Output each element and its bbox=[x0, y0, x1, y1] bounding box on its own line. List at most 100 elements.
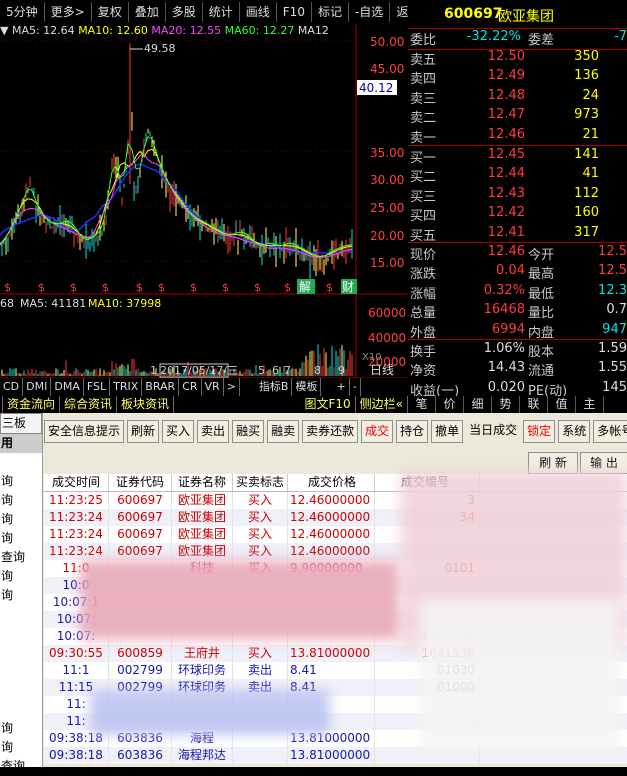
ask-row[interactable]: 卖一 12.46 21 bbox=[408, 127, 627, 146]
privacy-mask-bottom bbox=[90, 690, 330, 735]
ask-row[interactable]: 卖四 12.49 136 bbox=[408, 68, 627, 87]
toolbar-button[interactable]: 融卖 bbox=[267, 420, 300, 443]
indicator-tab[interactable]: CR bbox=[179, 378, 202, 396]
sidebar-item[interactable]: 查询 bbox=[0, 548, 42, 567]
indicator-tab[interactable]: CD bbox=[0, 378, 24, 396]
sidebar-item[interactable] bbox=[0, 700, 42, 719]
dividend-marker[interactable]: $ bbox=[4, 281, 11, 294]
draw-line-button[interactable]: 画线 bbox=[240, 2, 277, 22]
weicha-value: -7 bbox=[614, 29, 627, 44]
sidebar-item[interactable] bbox=[0, 662, 42, 681]
nav-capital-flow[interactable]: 资金流向 bbox=[3, 396, 61, 413]
toolbar-button[interactable]: 撤单 bbox=[431, 420, 464, 443]
toolbar-button[interactable]: 当日成交 bbox=[466, 420, 520, 441]
sidebar-item[interactable]: 询 bbox=[0, 567, 42, 586]
toolbar-button[interactable]: 安全信息提示 bbox=[44, 420, 125, 443]
dividend-marker[interactable]: $ bbox=[254, 281, 261, 294]
sidebar-item[interactable]: 询 bbox=[0, 738, 42, 757]
sidebar-item[interactable] bbox=[0, 681, 42, 700]
sidebar-item[interactable]: 询 bbox=[0, 719, 42, 738]
sidebar-item[interactable] bbox=[0, 643, 42, 662]
col-name[interactable]: 证券名称 bbox=[172, 474, 233, 491]
stat-label: 换手 bbox=[410, 345, 437, 360]
detail-tab[interactable]: 笔 bbox=[408, 396, 436, 413]
nav-sidebar[interactable]: 侧边栏« bbox=[356, 396, 408, 413]
nav-sector-news[interactable]: 板块资讯 bbox=[117, 396, 175, 413]
watchlist-button[interactable]: -自选 bbox=[349, 2, 391, 22]
multi-stock-button[interactable]: 多股 bbox=[166, 2, 203, 22]
toolbar-button[interactable]: 成交 bbox=[361, 420, 394, 443]
dividend-marker[interactable]: $ bbox=[190, 281, 197, 294]
bid-row[interactable]: 买五 12.41 317 bbox=[408, 225, 627, 244]
detail-tab[interactable]: 值 bbox=[548, 396, 576, 413]
toolbar-button[interactable]: 卖券还款 bbox=[302, 420, 359, 443]
detail-tab[interactable]: 势 bbox=[492, 396, 520, 413]
nav-general-news[interactable]: 综合资讯 bbox=[60, 396, 118, 413]
toolbar-button[interactable]: 持仓 bbox=[396, 420, 429, 443]
sidebar-item[interactable]: 三板 bbox=[0, 413, 42, 434]
more-button[interactable]: 更多> bbox=[45, 2, 92, 22]
ask-row[interactable]: 卖三 12.48 24 bbox=[408, 88, 627, 107]
bid-row[interactable]: 买一 12.45 141 bbox=[408, 147, 627, 166]
dividend-marker[interactable]: $ bbox=[158, 281, 165, 294]
sidebar-item[interactable] bbox=[0, 453, 42, 472]
ask-row[interactable]: 卖五 12.50 350 bbox=[408, 49, 627, 68]
col-side[interactable]: 买卖标志 bbox=[233, 474, 288, 491]
detail-tab[interactable]: 细 bbox=[464, 396, 492, 413]
period-button[interactable]: 5分钟 bbox=[0, 2, 45, 22]
detail-tab[interactable]: 价 bbox=[436, 396, 464, 413]
toolbar-button[interactable]: 买入 bbox=[162, 420, 195, 443]
sidebar-item[interactable]: 用 bbox=[0, 434, 42, 453]
detail-tab[interactable]: 联 bbox=[520, 396, 548, 413]
dividend-marker[interactable]: $ bbox=[70, 281, 77, 294]
sidebar-item[interactable]: 询 bbox=[0, 472, 42, 491]
sidebar-item[interactable]: 询 bbox=[0, 491, 42, 510]
col-code[interactable]: 证券代码 bbox=[109, 474, 172, 491]
col-price[interactable]: 成交价格 bbox=[288, 474, 375, 491]
statistics-button[interactable]: 统计 bbox=[203, 2, 240, 22]
sidebar-item[interactable] bbox=[0, 624, 42, 643]
toolbar-button[interactable]: 锁定 bbox=[523, 420, 556, 443]
privacy-mask-white bbox=[420, 600, 620, 750]
bid-row[interactable]: 买二 12.44 41 bbox=[408, 166, 627, 185]
col-time[interactable]: 成交时间 bbox=[44, 474, 109, 491]
indicator-tab[interactable]: DMA bbox=[51, 378, 84, 396]
indicator-tab[interactable]: BRAR bbox=[142, 378, 180, 396]
kline-chart[interactable]: 49.58 $ $ $ $ $ $ $ $ $ $ $ 50.00 45.00 35.00 30.0… bbox=[0, 24, 408, 396]
indicator-tab[interactable]: VR bbox=[202, 378, 224, 396]
ask-row[interactable]: 卖二 12.47 973 bbox=[408, 107, 627, 126]
dividend-marker[interactable]: $ bbox=[136, 281, 143, 294]
toolbar-button[interactable]: 多帐号 bbox=[593, 420, 627, 443]
dividend-marker[interactable]: $ bbox=[326, 281, 333, 294]
nav-f10[interactable]: 图文F10 bbox=[300, 396, 356, 413]
bid-row[interactable]: 买三 12.43 112 bbox=[408, 186, 627, 205]
detail-tab[interactable]: 主 bbox=[576, 396, 604, 413]
unlock-marker[interactable]: 解 bbox=[299, 280, 311, 294]
indicator-tab[interactable]: 模板 bbox=[292, 378, 322, 396]
indicator-tab[interactable]: + bbox=[333, 378, 350, 396]
sidebar-item[interactable]: 询 bbox=[0, 529, 42, 548]
indicator-tab[interactable]: 指标B bbox=[256, 378, 293, 396]
sidebar-item[interactable]: 询 bbox=[0, 510, 42, 529]
dividend-marker[interactable]: $ bbox=[222, 281, 229, 294]
f10-button[interactable]: F10 bbox=[277, 2, 312, 22]
toolbar-button[interactable]: 融买 bbox=[232, 420, 265, 443]
indicator-tab[interactable]: > bbox=[224, 378, 240, 396]
indicator-tab[interactable]: - bbox=[350, 378, 361, 396]
overlay-button[interactable]: 叠加 bbox=[129, 2, 166, 22]
finance-marker[interactable]: 财 bbox=[342, 280, 354, 294]
sidebar-item[interactable] bbox=[0, 605, 42, 624]
mark-button[interactable]: 标记 bbox=[312, 2, 349, 22]
bid-row[interactable]: 买四 12.42 160 bbox=[408, 205, 627, 224]
indicator-tab[interactable]: TRIX bbox=[110, 378, 143, 396]
indicator-tab[interactable]: FSL bbox=[84, 378, 111, 396]
toolbar-button[interactable]: 系统 bbox=[558, 420, 591, 443]
sidebar-item[interactable]: 询 bbox=[0, 586, 42, 605]
toolbar-button[interactable]: 卖出 bbox=[197, 420, 230, 443]
indicator-tab[interactable]: DMI bbox=[23, 378, 52, 396]
dividend-marker[interactable]: $ bbox=[38, 281, 45, 294]
toolbar-button[interactable]: 刷新 bbox=[127, 420, 160, 443]
dividend-marker[interactable]: $ bbox=[284, 281, 291, 294]
dividend-marker[interactable]: $ bbox=[102, 281, 109, 294]
restore-rights-button[interactable]: 复权 bbox=[92, 2, 129, 22]
